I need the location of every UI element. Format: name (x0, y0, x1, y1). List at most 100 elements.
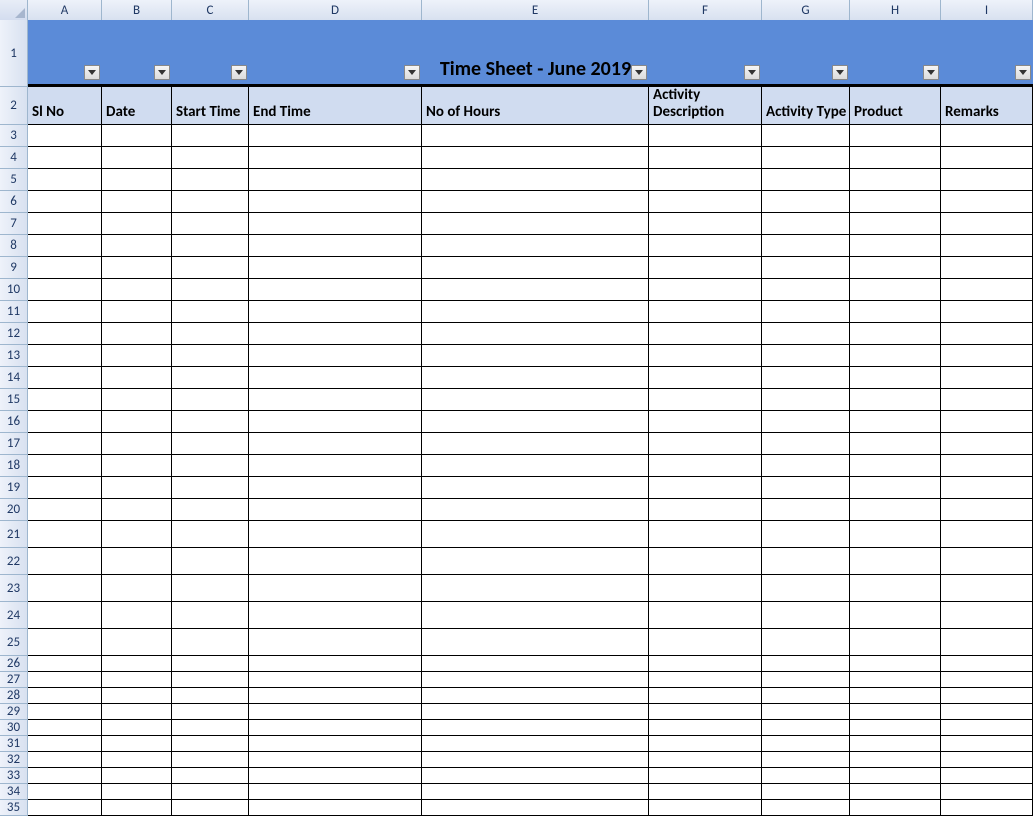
cell-F6[interactable] (649, 191, 762, 213)
cell-F30[interactable] (649, 720, 762, 736)
cell-H24[interactable] (850, 602, 941, 629)
cell-H26[interactable] (850, 656, 941, 672)
cell-D26[interactable] (249, 656, 422, 672)
cell-F4[interactable] (649, 147, 762, 169)
cell-F11[interactable] (649, 301, 762, 323)
cell-G8[interactable] (762, 235, 850, 257)
cell-F18[interactable] (649, 455, 762, 477)
cell-B18[interactable] (102, 455, 172, 477)
cell-G19[interactable] (762, 477, 850, 499)
row-header-11[interactable]: 11 (0, 301, 28, 323)
cell-D6[interactable] (249, 191, 422, 213)
cell-I34[interactable] (941, 784, 1033, 800)
filter-button-H[interactable] (923, 65, 939, 80)
cell-A10[interactable] (28, 279, 102, 301)
cell-C35[interactable] (172, 800, 249, 816)
cell-H18[interactable] (850, 455, 941, 477)
cell-E1[interactable]: Time Sheet - June 2019 (422, 20, 649, 87)
cell-D24[interactable] (249, 602, 422, 629)
filter-button-E[interactable] (631, 65, 647, 80)
cell-C34[interactable] (172, 784, 249, 800)
cell-G29[interactable] (762, 704, 850, 720)
cell-E4[interactable] (422, 147, 649, 169)
cell-I10[interactable] (941, 279, 1033, 301)
cell-B21[interactable] (102, 521, 172, 548)
cell-H34[interactable] (850, 784, 941, 800)
cell-D1[interactable] (249, 20, 422, 87)
header-slno[interactable]: Sl No (28, 87, 102, 125)
cell-G34[interactable] (762, 784, 850, 800)
cell-F23[interactable] (649, 575, 762, 602)
cell-I11[interactable] (941, 301, 1033, 323)
cell-I4[interactable] (941, 147, 1033, 169)
cell-B6[interactable] (102, 191, 172, 213)
cell-D31[interactable] (249, 736, 422, 752)
header-product[interactable]: Product (850, 87, 941, 125)
cell-I7[interactable] (941, 213, 1033, 235)
cell-E3[interactable] (422, 125, 649, 147)
cell-G25[interactable] (762, 629, 850, 656)
cell-B24[interactable] (102, 602, 172, 629)
cell-H11[interactable] (850, 301, 941, 323)
cell-F21[interactable] (649, 521, 762, 548)
cell-F12[interactable] (649, 323, 762, 345)
cell-C28[interactable] (172, 688, 249, 704)
cell-G27[interactable] (762, 672, 850, 688)
cell-C23[interactable] (172, 575, 249, 602)
cell-F17[interactable] (649, 433, 762, 455)
cell-B31[interactable] (102, 736, 172, 752)
cell-C24[interactable] (172, 602, 249, 629)
cell-H32[interactable] (850, 752, 941, 768)
header-no-of-hours[interactable]: No of Hours (422, 87, 649, 125)
cell-B16[interactable] (102, 411, 172, 433)
cell-G16[interactable] (762, 411, 850, 433)
cell-G6[interactable] (762, 191, 850, 213)
cell-G32[interactable] (762, 752, 850, 768)
cell-H25[interactable] (850, 629, 941, 656)
cell-D8[interactable] (249, 235, 422, 257)
cell-I28[interactable] (941, 688, 1033, 704)
cell-G12[interactable] (762, 323, 850, 345)
row-header-2[interactable]: 2 (0, 87, 28, 125)
cell-I20[interactable] (941, 499, 1033, 521)
cell-H15[interactable] (850, 389, 941, 411)
col-header-C[interactable]: C (172, 0, 249, 20)
cell-H23[interactable] (850, 575, 941, 602)
cell-B25[interactable] (102, 629, 172, 656)
row-header-32[interactable]: 32 (0, 752, 28, 768)
cell-D13[interactable] (249, 345, 422, 367)
cell-F10[interactable] (649, 279, 762, 301)
cell-E7[interactable] (422, 213, 649, 235)
cell-E9[interactable] (422, 257, 649, 279)
cell-G5[interactable] (762, 169, 850, 191)
cell-E29[interactable] (422, 704, 649, 720)
filter-button-D[interactable] (404, 65, 420, 80)
cell-B34[interactable] (102, 784, 172, 800)
cell-G10[interactable] (762, 279, 850, 301)
cell-G35[interactable] (762, 800, 850, 816)
cell-D7[interactable] (249, 213, 422, 235)
cell-A30[interactable] (28, 720, 102, 736)
cell-E6[interactable] (422, 191, 649, 213)
cell-B35[interactable] (102, 800, 172, 816)
row-header-5[interactable]: 5 (0, 169, 28, 191)
cell-B22[interactable] (102, 548, 172, 575)
cell-G30[interactable] (762, 720, 850, 736)
row-header-17[interactable]: 17 (0, 433, 28, 455)
cell-D23[interactable] (249, 575, 422, 602)
cell-B10[interactable] (102, 279, 172, 301)
cell-C8[interactable] (172, 235, 249, 257)
cell-H30[interactable] (850, 720, 941, 736)
cell-G21[interactable] (762, 521, 850, 548)
row-header-20[interactable]: 20 (0, 499, 28, 521)
cell-E28[interactable] (422, 688, 649, 704)
row-header-8[interactable]: 8 (0, 235, 28, 257)
filter-button-C[interactable] (231, 65, 247, 80)
row-header-10[interactable]: 10 (0, 279, 28, 301)
cell-D27[interactable] (249, 672, 422, 688)
cell-B29[interactable] (102, 704, 172, 720)
cell-C5[interactable] (172, 169, 249, 191)
row-header-29[interactable]: 29 (0, 704, 28, 720)
cell-H35[interactable] (850, 800, 941, 816)
cell-C25[interactable] (172, 629, 249, 656)
